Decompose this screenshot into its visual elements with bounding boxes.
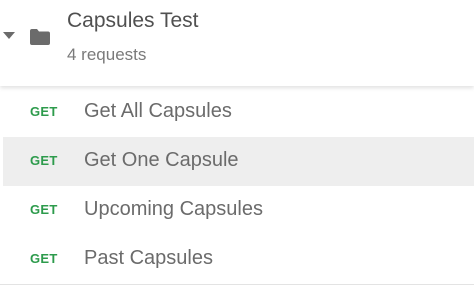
request-item-upcoming-capsules[interactable]: GET Upcoming Capsules — [0, 186, 474, 235]
collection-name[interactable]: Capsules Test — [67, 9, 199, 33]
request-method-badge: GET — [30, 153, 58, 168]
request-item-get-all-capsules[interactable]: GET Get All Capsules — [0, 88, 474, 137]
request-list: GET Get All Capsules GET Get One Capsule… — [0, 88, 474, 284]
request-method-badge: GET — [30, 251, 58, 266]
sidebar-collections-panel: Capsules Test 4 requests GET Get All Cap… — [0, 0, 474, 293]
request-name[interactable]: Get One Capsule — [84, 149, 239, 172]
request-method-badge: GET — [30, 104, 58, 119]
folder-icon — [30, 29, 50, 45]
request-name[interactable]: Upcoming Capsules — [84, 198, 263, 221]
request-item-past-capsules[interactable]: GET Past Capsules — [0, 235, 474, 284]
collection-request-count: 4 requests — [67, 45, 147, 64]
list-divider — [0, 284, 474, 285]
request-item-get-one-capsule[interactable]: GET Get One Capsule — [0, 137, 474, 186]
caret-down-icon[interactable] — [3, 32, 15, 39]
request-name[interactable]: Past Capsules — [84, 247, 213, 270]
request-method-badge: GET — [30, 202, 58, 217]
collection-header[interactable]: Capsules Test 4 requests — [0, 0, 474, 86]
request-name[interactable]: Get All Capsules — [84, 100, 232, 123]
